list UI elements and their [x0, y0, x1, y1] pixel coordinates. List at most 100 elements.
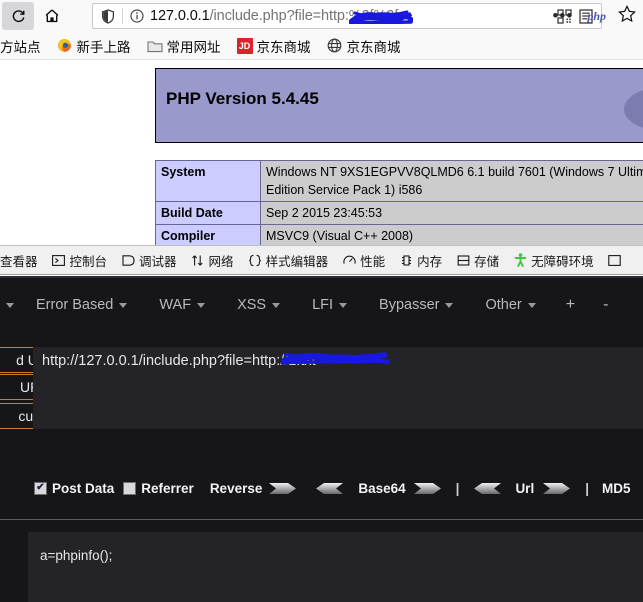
security-tool-panel: Error Based WAF XSS LFI Bypasser Other +… [0, 276, 643, 602]
md5-option: MD5 [602, 481, 631, 496]
options-divider-2: | [585, 480, 589, 496]
menu-item-bypasser[interactable]: Bypasser [363, 297, 469, 313]
load-url-input[interactable]: http://127.0.0.1/include.php?file=http:/… [33, 347, 643, 374]
devtools-tab-performance[interactable]: 性能 [335, 246, 392, 274]
reverse-decode-arrow-icon[interactable] [314, 481, 344, 496]
load-url-value-prefix: http://127.0.0.1/include.php?file=http:/ [42, 352, 285, 369]
menu-label: XSS [237, 297, 267, 313]
menu-item-other[interactable]: Other [469, 297, 551, 313]
options-divider: | [455, 480, 460, 496]
devtools-tab-style-editor[interactable]: 样式编辑器 [241, 246, 336, 274]
bookmark-item[interactable]: 新手上路 [49, 35, 139, 57]
devtools-tab-label: 调试器 [139, 254, 177, 269]
reverse-encode-arrow-icon[interactable] [268, 481, 298, 496]
post-data-label: Post Data [52, 480, 115, 496]
style-editor-icon [248, 253, 262, 267]
reverse-option: Reverse [210, 481, 263, 496]
info-icon[interactable] [126, 5, 148, 27]
memory-icon [399, 253, 413, 267]
performance-icon [342, 253, 356, 267]
devtools-toolbar: 查看器 控制台 调试器 网络 样式编辑器 性能 内存 存储 无障碍环境 [0, 245, 643, 275]
storage-icon [456, 253, 470, 267]
shield-icon[interactable] [97, 5, 119, 27]
home-button[interactable] [36, 2, 68, 30]
devtools-tab-label: 样式编辑器 [265, 254, 329, 269]
network-icon [191, 253, 205, 267]
referrer-option[interactable]: Referrer [123, 481, 194, 496]
devtools-tab-label: 网络 [208, 254, 234, 269]
overflow-menu-icon[interactable]: ••• [545, 7, 580, 24]
menu-label: LFI [312, 297, 334, 313]
url-decode-arrow-icon[interactable] [472, 481, 502, 496]
table-key: System [155, 159, 261, 203]
accessibility-icon [513, 253, 527, 267]
table-value: Sep 2 2015 23:45:53 [260, 201, 643, 226]
devtools-tab-debugger[interactable]: 调试器 [114, 246, 184, 274]
devtools-overflow-button[interactable] [601, 246, 629, 274]
chevron-down-icon [527, 302, 536, 308]
reload-icon [12, 9, 24, 22]
code-editor-area[interactable]: a=phpinfo(); [28, 532, 643, 602]
toolbar-right-actions: ••• php [545, 3, 641, 29]
bookmark-star-icon[interactable] [613, 4, 641, 28]
base64-label: Base64 [358, 480, 406, 496]
chevron-down-icon [339, 302, 348, 308]
bookmark-item[interactable]: 方站点 [0, 35, 49, 57]
php-extension-icon[interactable]: php [582, 9, 611, 24]
php-version-title: PHP Version 5.4.45 [166, 89, 319, 108]
phpinfo-page: PHP Version 5.4.45 System Windows NT 9XS… [0, 60, 643, 245]
reload-button[interactable] [2, 2, 34, 30]
menu-label: Bypasser [379, 297, 440, 313]
devtools-tab-console[interactable]: 控制台 [45, 246, 115, 274]
base64-encode-arrow-icon[interactable] [413, 481, 443, 496]
panel-separator [0, 519, 643, 520]
table-row: System Windows NT 9XS1EGPVV8QLMD6 6.1 bu… [155, 159, 643, 203]
chevron-down-icon [272, 302, 281, 308]
bookmark-item[interactable]: 常用网址 [139, 35, 229, 57]
md5-label: MD5 [601, 480, 631, 496]
menu-item-xss[interactable]: XSS [221, 297, 296, 313]
bookmark-item[interactable]: 京东商城 [319, 35, 409, 57]
menu-label: WAF [159, 297, 192, 313]
globe-icon [327, 38, 343, 54]
table-value: MSVC9 (Visual C++ 2008) [260, 224, 643, 245]
chevron-down-icon [197, 302, 206, 308]
php-elephant-logo-icon [624, 87, 643, 131]
urlbar-divider [122, 8, 123, 24]
devtools-tab-label: 无障碍环境 [531, 254, 594, 269]
menu-item-waf[interactable]: WAF [143, 297, 221, 313]
remove-tab-button[interactable]: - [589, 296, 622, 314]
home-icon [45, 9, 59, 23]
referrer-checkbox[interactable] [123, 481, 137, 495]
url-input[interactable] [33, 374, 643, 401]
bookmark-label: 方站点 [0, 39, 41, 55]
devtools-tab-inspector[interactable]: 查看器 [0, 246, 45, 274]
redaction-scribble-input [281, 352, 389, 365]
address-bar-text[interactable]: 127.0.0.1/include.php?file=http:%2f%2f [148, 8, 553, 24]
devtools-tab-accessibility[interactable]: 无障碍环境 [506, 246, 601, 274]
add-tab-button[interactable]: + [552, 296, 589, 314]
address-host: 127.0.0.1 [150, 8, 210, 24]
bookmarks-bar: 方站点 新手上路 常用网址 JD 京东商城 京东商城 [0, 32, 643, 60]
address-bar[interactable]: 127.0.0.1/include.php?file=http:%2f%2f [92, 3, 602, 29]
devtools-tab-network[interactable]: 网络 [184, 246, 241, 274]
console-icon [52, 253, 66, 267]
post-data-option[interactable]: Post Data [34, 481, 114, 496]
devtools-tab-memory[interactable]: 内存 [392, 246, 449, 274]
devtools-tab-label: 存储 [474, 254, 500, 269]
devtools-tab-storage[interactable]: 存储 [449, 246, 506, 274]
menu-item-lfi[interactable]: LFI [296, 297, 363, 313]
phpinfo-header-banner: PHP Version 5.4.45 [155, 68, 643, 143]
table-key: Compiler [155, 224, 261, 245]
folder-icon [146, 38, 163, 54]
post-data-checkbox[interactable] [34, 481, 47, 495]
url-label: Url [515, 480, 535, 496]
devtools-tab-label: 控制台 [69, 254, 108, 269]
bookmark-item[interactable]: JD 京东商城 [229, 35, 319, 57]
bookmark-label: 新手上路 [76, 39, 131, 55]
code-text: a=phpinfo(); [40, 548, 113, 563]
execution-input[interactable] [33, 402, 643, 429]
phpinfo-table: System Windows NT 9XS1EGPVV8QLMD6 6.1 bu… [155, 159, 643, 245]
menu-label: Other [485, 297, 522, 313]
url-encode-arrow-icon[interactable] [542, 481, 572, 496]
